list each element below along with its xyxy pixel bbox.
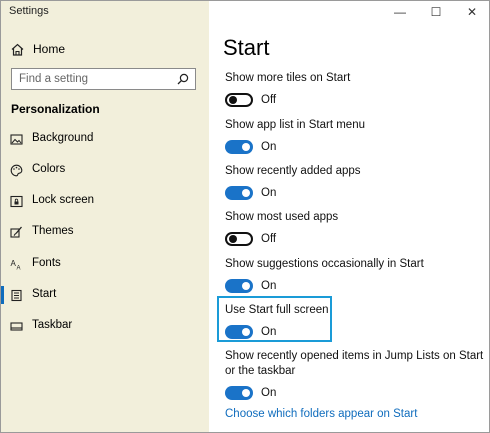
section-title: Personalization — [11, 102, 100, 116]
sidebar-item-themes[interactable]: Themes — [1, 217, 209, 247]
setting-label: Show more tiles on Start — [225, 72, 351, 84]
toggle-state: On — [261, 187, 277, 199]
sidebar-item-fonts[interactable]: A A Fonts — [1, 249, 209, 279]
sidebar-item-label: Start — [32, 288, 57, 300]
sidebar-item-background[interactable]: Background — [1, 124, 209, 154]
toggle-switch[interactable] — [225, 232, 253, 246]
svg-text:A: A — [17, 266, 21, 272]
sidebar-item-home[interactable]: Home — [11, 39, 65, 59]
home-icon — [11, 43, 24, 56]
font-icon: A A — [11, 259, 21, 272]
setting-label: Show recently added apps — [225, 165, 361, 177]
sidebar-item-lock-screen[interactable]: Lock screen — [1, 186, 209, 216]
toggle-knob — [242, 389, 250, 397]
taskbar-icon — [10, 322, 23, 331]
start-icon — [11, 289, 22, 302]
toggle-knob — [229, 235, 237, 243]
choose-folders-link[interactable]: Choose which folders appear on Start — [225, 408, 417, 420]
page-title: Start — [223, 35, 270, 60]
lock-screen-icon — [10, 195, 23, 208]
toggle-state: On — [261, 280, 277, 292]
toggle-switch[interactable] — [225, 93, 253, 107]
setting-app-list: Show app list in Start menu On — [225, 118, 485, 157]
setting-most-used: Show most used apps Off — [225, 210, 485, 249]
toggle-state: On — [261, 387, 277, 399]
sidebar-item-start[interactable]: Start — [1, 280, 209, 310]
sidebar-item-label: Themes — [32, 225, 74, 237]
setting-label: Show app list in Start menu — [225, 119, 365, 131]
toggle-row: On — [225, 385, 485, 403]
toggle-switch[interactable] — [225, 386, 253, 400]
sidebar-item-label: Background — [32, 132, 94, 144]
setting-recently-added: Show recently added apps On — [225, 164, 485, 203]
search-placeholder: Find a setting — [19, 73, 89, 85]
minimize-button[interactable]: — — [385, 3, 415, 21]
toggle-state: Off — [261, 94, 277, 106]
setting-label: Show recently opened items in Jump Lists… — [225, 350, 484, 377]
toggle-switch[interactable] — [225, 186, 253, 200]
brush-icon — [10, 226, 22, 238]
toggle-row: Off — [225, 92, 485, 110]
setting-label: Show suggestions occasionally in Start — [225, 258, 424, 270]
window-title: Settings — [9, 5, 49, 17]
sidebar: Settings Home Find a setting Personaliza… — [1, 1, 209, 432]
sidebar-item-label: Taskbar — [32, 319, 73, 331]
settings-window: Settings Home Find a setting Personaliza… — [0, 0, 490, 433]
toggle-knob — [242, 189, 250, 197]
setting-more-tiles: Show more tiles on Start Off — [225, 71, 485, 110]
toggle-switch[interactable] — [225, 279, 253, 293]
toggle-knob — [242, 143, 250, 151]
toggle-state: Off — [261, 233, 277, 245]
toggle-row: On — [225, 139, 485, 157]
sidebar-item-colors[interactable]: Colors — [1, 155, 209, 185]
toggle-knob — [242, 282, 250, 290]
palette-icon — [10, 164, 23, 177]
close-button[interactable]: ✕ — [457, 3, 487, 21]
main-panel: — ☐ ✕ Start Show more tiles on Start Off… — [209, 1, 489, 432]
toggle-row: Off — [225, 231, 485, 249]
highlight-box — [217, 296, 332, 342]
maximize-button[interactable]: ☐ — [421, 3, 451, 21]
setting-suggestions: Show suggestions occasionally in Start O… — [225, 257, 485, 296]
sidebar-item-taskbar[interactable]: Taskbar — [1, 311, 209, 341]
image-icon — [10, 134, 23, 145]
sidebar-item-label: Colors — [32, 163, 66, 175]
toggle-switch[interactable] — [225, 140, 253, 154]
sidebar-item-label: Fonts — [32, 257, 61, 269]
setting-jump-lists: Show recently opened items in Jump Lists… — [225, 349, 485, 403]
toggle-knob — [229, 96, 237, 104]
toggle-row: On — [225, 278, 485, 296]
sidebar-item-label: Lock screen — [32, 194, 95, 206]
search-input[interactable]: Find a setting — [11, 68, 196, 90]
search-icon[interactable] — [177, 73, 189, 85]
setting-label: Show most used apps — [225, 211, 339, 223]
toggle-row: On — [225, 185, 485, 203]
toggle-state: On — [261, 141, 277, 153]
active-indicator — [1, 286, 4, 304]
sidebar-item-label: Home — [33, 42, 66, 56]
